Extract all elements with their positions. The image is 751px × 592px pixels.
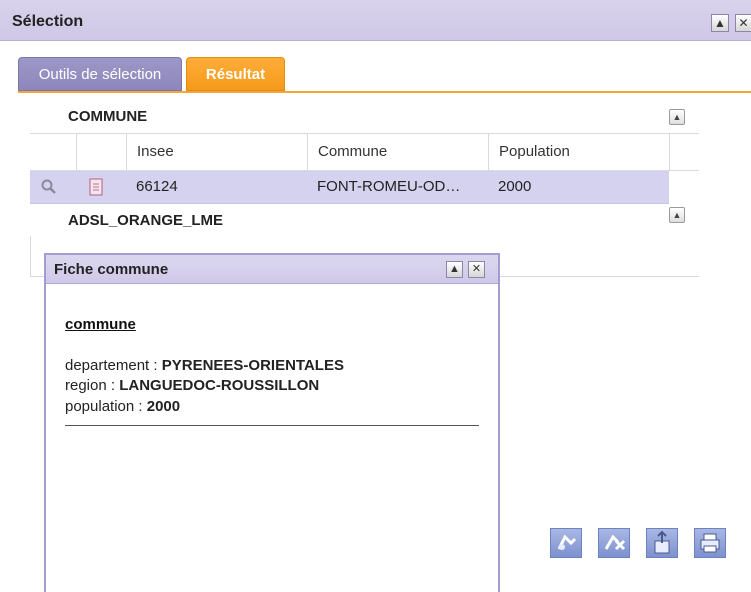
field-label: region :: [65, 377, 120, 394]
table-header-row: Insee Commune Population: [30, 133, 699, 171]
selection-panel-titlebar: Sélection ▲ ✕: [0, 0, 751, 41]
open-feature-sheet-button[interactable]: [76, 171, 126, 203]
field-region: region : LANGUEDOC-ROUSSILLON: [65, 377, 319, 394]
field-population: population : 2000: [65, 398, 180, 415]
export-button[interactable]: [646, 528, 678, 558]
tab-outils-de-selection[interactable]: Outils de sélection: [18, 57, 182, 91]
feature-info-popup: Fiche commune ▲ ✕ commune departement : …: [44, 253, 500, 592]
chevron-up-icon: ▲: [672, 112, 682, 122]
cell-insee: 66124: [136, 178, 178, 195]
field-value: LANGUEDOC-ROUSSILLON: [119, 377, 320, 394]
header-info-col: [76, 134, 126, 170]
tab-underline: [18, 91, 751, 93]
column-header-population[interactable]: Population: [488, 134, 669, 170]
field-value: PYRENEES-ORIENTALES: [161, 357, 344, 374]
panel-title: Sélection: [12, 13, 84, 30]
magnifier-icon: [41, 179, 56, 194]
field-label: departement :: [65, 357, 162, 374]
field-label: population :: [65, 398, 147, 415]
zoom-to-feature-button[interactable]: [30, 171, 76, 203]
print-button[interactable]: [694, 528, 726, 558]
export-icon: [654, 530, 670, 554]
popup-heading: commune: [65, 316, 136, 333]
document-icon: [89, 178, 103, 196]
header-spacer: [669, 134, 699, 170]
section-title-commune: COMMUNE: [68, 108, 148, 125]
clear-selection-icon: [604, 534, 626, 551]
popup-title: Fiche commune: [54, 261, 169, 278]
cell-commune: FONT-ROMEU-OD…: [317, 178, 461, 195]
table-divider: [30, 236, 31, 276]
header-zoom-col: [30, 134, 76, 170]
chevron-up-icon: ▲: [714, 16, 726, 30]
cell-population: 2000: [498, 178, 532, 195]
zoom-selection-button[interactable]: [550, 528, 582, 558]
column-header-commune[interactable]: Commune: [307, 134, 488, 170]
tab-resultat[interactable]: Résultat: [186, 57, 285, 91]
chevron-up-icon: ▲: [449, 263, 460, 275]
zoom-selection-icon: [557, 534, 577, 550]
print-icon: [700, 533, 720, 553]
popup-separator: [65, 425, 479, 426]
chevron-up-icon: ▲: [672, 210, 682, 220]
field-departement: departement : PYRENEES-ORIENTALES: [65, 357, 344, 374]
popup-collapse-button[interactable]: ▲: [446, 261, 463, 278]
table-row[interactable]: 66124 FONT-ROMEU-OD… 2000: [30, 171, 669, 204]
close-icon: ✕: [738, 16, 749, 30]
close-panel-button[interactable]: ✕: [735, 14, 751, 32]
commune-results-table: Insee Commune Population 66124 FONT-ROME…: [30, 133, 699, 204]
popup-titlebar[interactable]: Fiche commune ▲ ✕: [46, 255, 498, 284]
section-title-adsl: ADSL_ORANGE_LME: [68, 212, 224, 229]
popup-close-button[interactable]: ✕: [468, 261, 485, 278]
column-header-insee[interactable]: Insee: [126, 134, 307, 170]
collapse-section-commune-button[interactable]: ▲: [669, 109, 685, 125]
clear-selection-button[interactable]: [598, 528, 630, 558]
collapse-section-adsl-button[interactable]: ▲: [669, 207, 685, 223]
field-value: 2000: [146, 398, 181, 415]
collapse-panel-button[interactable]: ▲: [711, 14, 729, 32]
close-icon: ✕: [471, 263, 482, 275]
